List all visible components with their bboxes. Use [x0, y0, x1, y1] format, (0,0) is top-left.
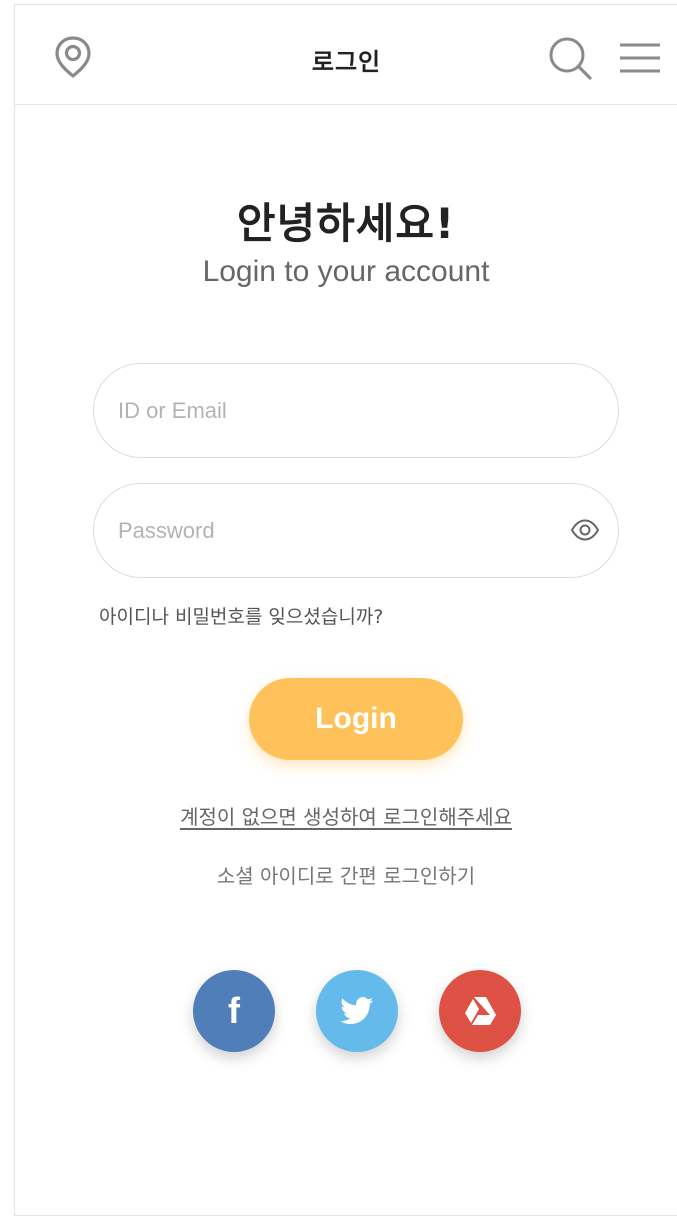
twitter-icon — [340, 997, 374, 1025]
hamburger-menu-icon[interactable] — [618, 41, 662, 75]
id-email-field[interactable] — [93, 363, 619, 458]
facebook-icon: f — [228, 990, 240, 1031]
app-header: 로그인 — [15, 5, 677, 105]
google-drive-login-button[interactable] — [439, 970, 521, 1052]
signup-link[interactable]: 계정이 없으면 생성하여 로그인해주세요 — [180, 805, 512, 829]
forgot-password-link[interactable]: 아이디나 비밀번호를 잊으셨습니까? — [99, 602, 383, 629]
password-field[interactable] — [93, 483, 619, 578]
signup-row: 계정이 없으면 생성하여 로그인해주세요 — [15, 801, 677, 830]
google-drive-icon — [465, 997, 496, 1025]
greeting-title: 안녕하세요! — [236, 199, 456, 248]
eye-icon[interactable] — [570, 517, 600, 543]
twitter-login-button[interactable] — [316, 970, 398, 1052]
login-screen: 로그인 안녕하세요! Login to your account 아이디나 비밀… — [14, 4, 677, 1216]
facebook-login-button[interactable]: f — [193, 970, 275, 1052]
social-login-label: 소셜 아이디로 간편 로그인하기 — [216, 864, 476, 888]
greeting-subtitle: Login to your account — [202, 255, 490, 288]
password-input[interactable] — [118, 484, 538, 577]
id-email-input[interactable] — [118, 364, 538, 457]
login-button[interactable]: Login — [249, 678, 463, 760]
search-icon[interactable] — [547, 35, 593, 81]
